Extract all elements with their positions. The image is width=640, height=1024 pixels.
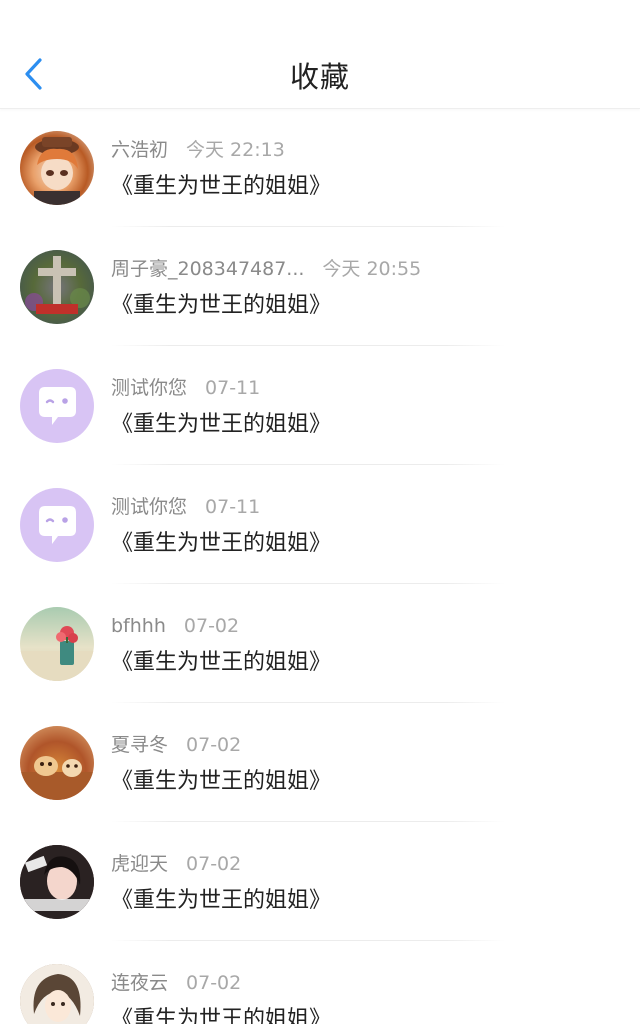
timestamp: 07-11 <box>205 496 261 518</box>
favorites-page: 收藏 六浩初 今天 22:13 《重生为世王的姐姐》 周子豪_208347487… <box>0 0 640 1024</box>
chat-bubble-icon <box>39 506 76 544</box>
avatar[interactable] <box>20 369 94 443</box>
user-name[interactable]: 夏寻冬 <box>111 734 168 756</box>
list-item[interactable]: 虎迎天 07-02 《重生为世王的姐姐》 <box>0 822 640 941</box>
timestamp: 今天 22:13 <box>186 139 285 161</box>
timestamp: 07-11 <box>205 377 261 399</box>
timestamp: 今天 20:55 <box>322 258 422 280</box>
item-meta: 周子豪_208347487... 今天 20:55 <box>111 257 421 281</box>
timestamp: 07-02 <box>186 734 242 756</box>
avatar[interactable] <box>20 250 94 324</box>
avatar[interactable] <box>20 964 94 1024</box>
item-meta: 六浩初 今天 22:13 <box>111 138 285 162</box>
avatar[interactable] <box>20 488 94 562</box>
book-title[interactable]: 《重生为世王的姐姐》 <box>111 767 331 797</box>
avatar-image <box>20 626 94 681</box>
book-title[interactable]: 《重生为世王的姐姐》 <box>111 410 331 440</box>
item-meta: 测试你您 07-11 <box>111 376 260 400</box>
user-name[interactable]: 六浩初 <box>111 139 168 161</box>
book-title[interactable]: 《重生为世王的姐姐》 <box>111 1005 331 1024</box>
user-name[interactable]: 测试你您 <box>111 496 187 518</box>
item-meta: 测试你您 07-11 <box>111 495 260 519</box>
book-title[interactable]: 《重生为世王的姐姐》 <box>111 291 331 321</box>
list-item[interactable]: 周子豪_208347487... 今天 20:55 《重生为世王的姐姐》 <box>0 227 640 346</box>
avatar-image <box>20 845 94 919</box>
item-meta: 虎迎天 07-02 <box>111 852 241 876</box>
book-title[interactable]: 《重生为世王的姐姐》 <box>111 172 331 202</box>
list-item[interactable]: bfhhh 07-02 《重生为世王的姐姐》 <box>0 584 640 703</box>
user-name[interactable]: 虎迎天 <box>111 853 168 875</box>
list-item[interactable]: 测试你您 07-11 《重生为世王的姐姐》 <box>0 346 640 465</box>
list-item[interactable]: 夏寻冬 07-02 《重生为世王的姐姐》 <box>0 703 640 822</box>
avatar-image <box>20 756 94 800</box>
chat-bubble-icon <box>39 387 76 425</box>
item-meta: 连夜云 07-02 <box>111 971 241 995</box>
avatar[interactable] <box>20 607 94 681</box>
user-name[interactable]: 周子豪_208347487... <box>111 258 304 280</box>
avatar[interactable] <box>20 845 94 919</box>
item-meta: 夏寻冬 07-02 <box>111 733 241 757</box>
timestamp: 07-02 <box>186 972 242 994</box>
timestamp: 07-02 <box>186 853 242 875</box>
list-item[interactable]: 测试你您 07-11 《重生为世王的姐姐》 <box>0 465 640 584</box>
book-title[interactable]: 《重生为世王的姐姐》 <box>111 648 331 678</box>
user-name[interactable]: 连夜云 <box>111 972 168 994</box>
user-name[interactable]: 测试你您 <box>111 377 187 399</box>
list-item[interactable]: 六浩初 今天 22:13 《重生为世王的姐姐》 <box>0 108 640 227</box>
book-title[interactable]: 《重生为世王的姐姐》 <box>111 886 331 916</box>
page-title: 收藏 <box>289 60 350 94</box>
avatar[interactable] <box>20 131 94 205</box>
list-item[interactable]: 连夜云 07-02 《重生为世王的姐姐》 <box>0 941 640 1024</box>
avatar[interactable] <box>20 726 94 800</box>
book-title[interactable]: 《重生为世王的姐姐》 <box>111 529 331 559</box>
nav-bar: 收藏 <box>0 0 640 109</box>
avatar-image <box>20 964 94 1024</box>
favorites-list: 六浩初 今天 22:13 《重生为世王的姐姐》 周子豪_208347487... 今… <box>0 108 640 1024</box>
avatar-image <box>20 250 94 324</box>
user-name[interactable]: bfhhh <box>111 615 166 637</box>
item-meta: bfhhh 07-02 <box>111 614 239 638</box>
timestamp: 07-02 <box>183 615 240 637</box>
avatar-image <box>34 137 80 205</box>
